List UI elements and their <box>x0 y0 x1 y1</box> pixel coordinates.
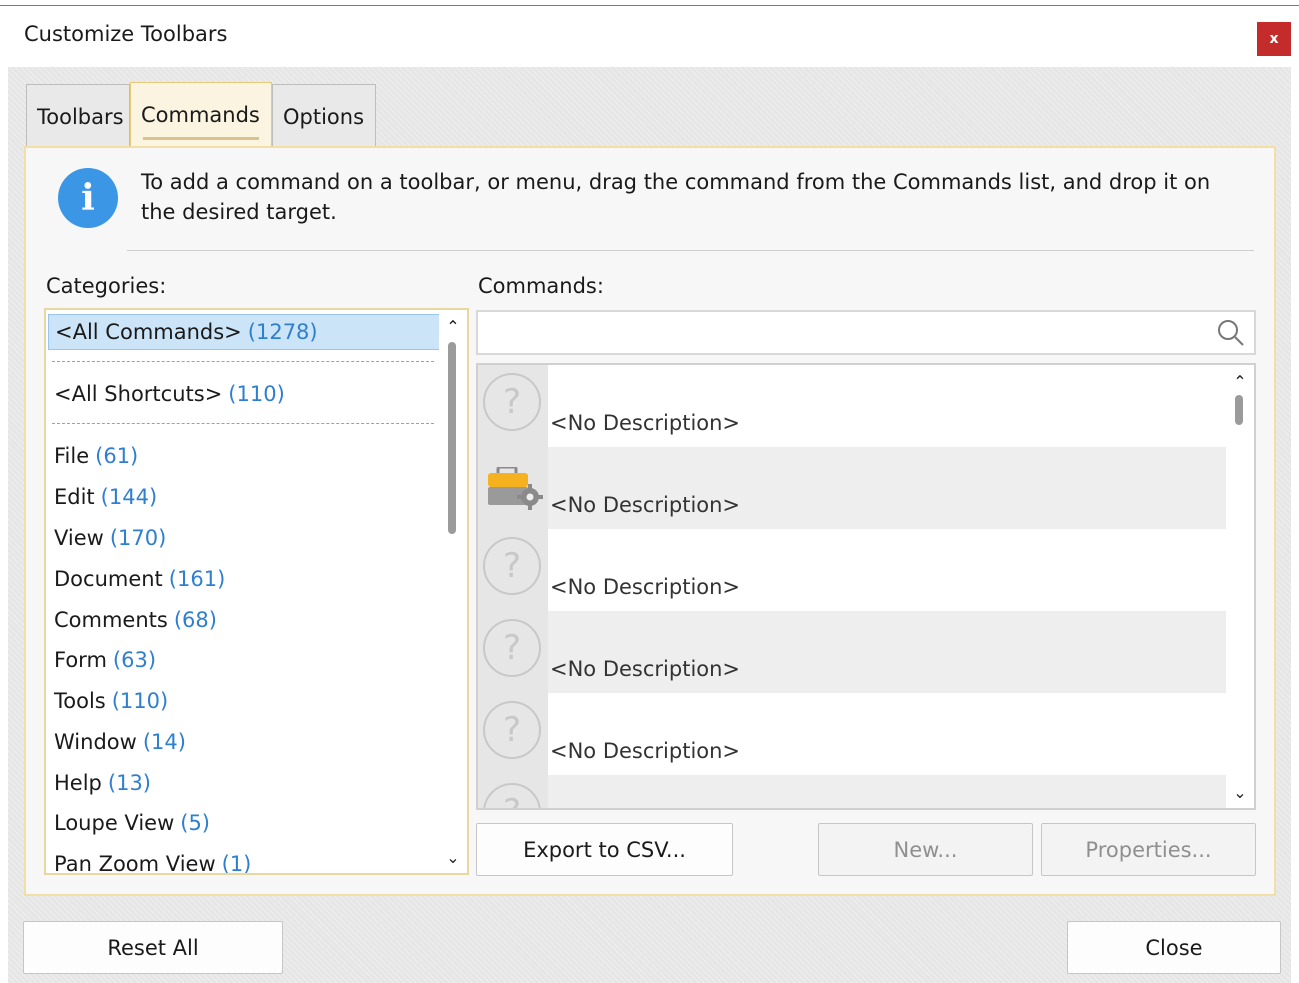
properties-button[interactable]: Properties... <box>1041 823 1256 876</box>
category-item-edit[interactable]: Edit (144) <box>52 479 440 515</box>
category-count: (170) <box>109 526 167 550</box>
command-description: <No Description> <box>550 411 741 435</box>
tab-label: Options <box>283 104 365 129</box>
close-button[interactable]: Close <box>1067 921 1281 974</box>
question-icon: ? <box>483 373 541 431</box>
category-count: (110) <box>111 689 169 713</box>
category-item-window[interactable]: Window (14) <box>52 724 440 760</box>
category-item-help[interactable]: Help (13) <box>52 765 440 801</box>
category-count: (68) <box>173 608 217 632</box>
category-item-view[interactable]: View (170) <box>52 520 440 556</box>
category-name: Help <box>54 771 102 795</box>
command-description: <No Description> <box>550 493 741 517</box>
command-icon-cell: ? <box>478 611 548 693</box>
category-name: File <box>54 444 90 468</box>
category-item-pan-zoom-view[interactable]: Pan Zoom View (1) <box>52 846 440 875</box>
info-icon: i <box>58 168 118 228</box>
category-item-document[interactable]: Document (161) <box>52 561 440 597</box>
question-icon: ? <box>483 537 541 595</box>
category-count: (13) <box>107 771 151 795</box>
new-button[interactable]: New... <box>818 823 1033 876</box>
category-item-tools[interactable]: Tools (110) <box>52 683 440 719</box>
category-name: Window <box>54 730 137 754</box>
toolbox-gear-icon <box>488 467 543 510</box>
export-csv-button[interactable]: Export to CSV... <box>476 823 733 876</box>
category-count: (14) <box>142 730 186 754</box>
category-count: (1) <box>221 852 252 875</box>
commands-search-input[interactable] <box>476 310 1256 355</box>
commands-list[interactable]: ? <No Description> <No Description> ? <N… <box>476 363 1256 810</box>
info-text: To add a command on a toolbar, or menu, … <box>141 170 1211 224</box>
category-item-all-shortcuts[interactable]: <All Shortcuts> (110) <box>52 376 440 412</box>
tab-options[interactable]: Options <box>272 84 376 148</box>
scrollbar-thumb[interactable] <box>1235 395 1243 425</box>
question-icon: ? <box>483 783 541 808</box>
window-title: Customize Toolbars <box>24 22 228 46</box>
window-close-button[interactable]: x <box>1257 22 1291 56</box>
command-icon-cell: ? <box>478 775 548 808</box>
scrollbar-thumb[interactable] <box>448 342 456 534</box>
category-item-all-commands[interactable]: <All Commands> (1278) <box>48 314 440 350</box>
question-icon: ? <box>483 701 541 759</box>
command-icon-cell <box>478 447 548 529</box>
categories-scrollbar[interactable]: ⌃ ⌄ <box>439 310 467 873</box>
command-description: <No Description> <box>550 657 741 681</box>
category-name: <All Shortcuts> <box>54 382 223 406</box>
command-icon-cell: ? <box>478 529 548 611</box>
tab-label: Toolbars <box>37 104 124 129</box>
category-name: Pan Zoom View <box>54 852 216 875</box>
command-item[interactable]: ? <No Description> <box>478 365 1226 447</box>
command-description: <No Description> <box>550 739 741 763</box>
question-icon: ? <box>483 619 541 677</box>
categories-label: Categories: <box>46 274 167 298</box>
category-item-comments[interactable]: Comments (68) <box>52 602 440 638</box>
divider <box>127 250 1254 251</box>
category-name: <All Commands> <box>55 320 242 344</box>
category-separator <box>52 361 434 362</box>
commands-label: Commands: <box>478 274 604 298</box>
scroll-up-icon[interactable]: ⌃ <box>1226 367 1254 395</box>
command-icon-cell: ? <box>478 365 548 447</box>
category-name: Form <box>54 648 107 672</box>
categories-list[interactable]: <All Commands> (1278) <All Shortcuts> (110… <box>44 308 469 875</box>
category-count: (144) <box>100 485 158 509</box>
category-item-file[interactable]: File (61) <box>52 438 440 474</box>
command-description: <No Description> <box>550 575 741 599</box>
category-count: (161) <box>168 567 226 591</box>
category-item-form[interactable]: Form (63) <box>52 642 440 678</box>
category-item-loupe-view[interactable]: Loupe View (5) <box>52 805 440 841</box>
category-name: Tools <box>54 689 106 713</box>
command-item[interactable]: ? <No Description> <box>478 693 1226 775</box>
tab-underline <box>143 137 259 140</box>
category-name: Edit <box>54 485 95 509</box>
command-icon-cell: ? <box>478 693 548 775</box>
category-count: (61) <box>95 444 139 468</box>
commands-scrollbar[interactable]: ⌃ ⌄ <box>1226 365 1254 808</box>
category-name: Comments <box>54 608 168 632</box>
scroll-up-icon[interactable]: ⌃ <box>439 312 467 340</box>
category-name: View <box>54 526 104 550</box>
search-icon[interactable] <box>1216 318 1246 348</box>
window-top-border <box>0 5 1299 6</box>
scroll-down-icon[interactable]: ⌄ <box>439 843 467 871</box>
category-count: (110) <box>228 382 285 406</box>
tab-toolbars[interactable]: Toolbars <box>26 84 130 148</box>
command-item[interactable]: <No Description> <box>478 447 1226 529</box>
category-count: (1278) <box>247 320 318 344</box>
command-item[interactable]: ? <No Description> <box>478 529 1226 611</box>
command-item-partial[interactable]: ? <box>478 775 1226 808</box>
category-name: Document <box>54 567 163 591</box>
reset-all-button[interactable]: Reset All <box>23 921 283 974</box>
category-count: (5) <box>180 811 210 835</box>
category-name: Loupe View <box>54 811 175 835</box>
command-item[interactable]: ? <No Description> <box>478 611 1226 693</box>
category-count: (63) <box>112 648 157 672</box>
category-separator <box>52 423 434 424</box>
tab-label: Commands <box>141 102 260 127</box>
tab-commands[interactable]: Commands <box>130 82 272 146</box>
scroll-down-icon[interactable]: ⌄ <box>1226 778 1254 806</box>
